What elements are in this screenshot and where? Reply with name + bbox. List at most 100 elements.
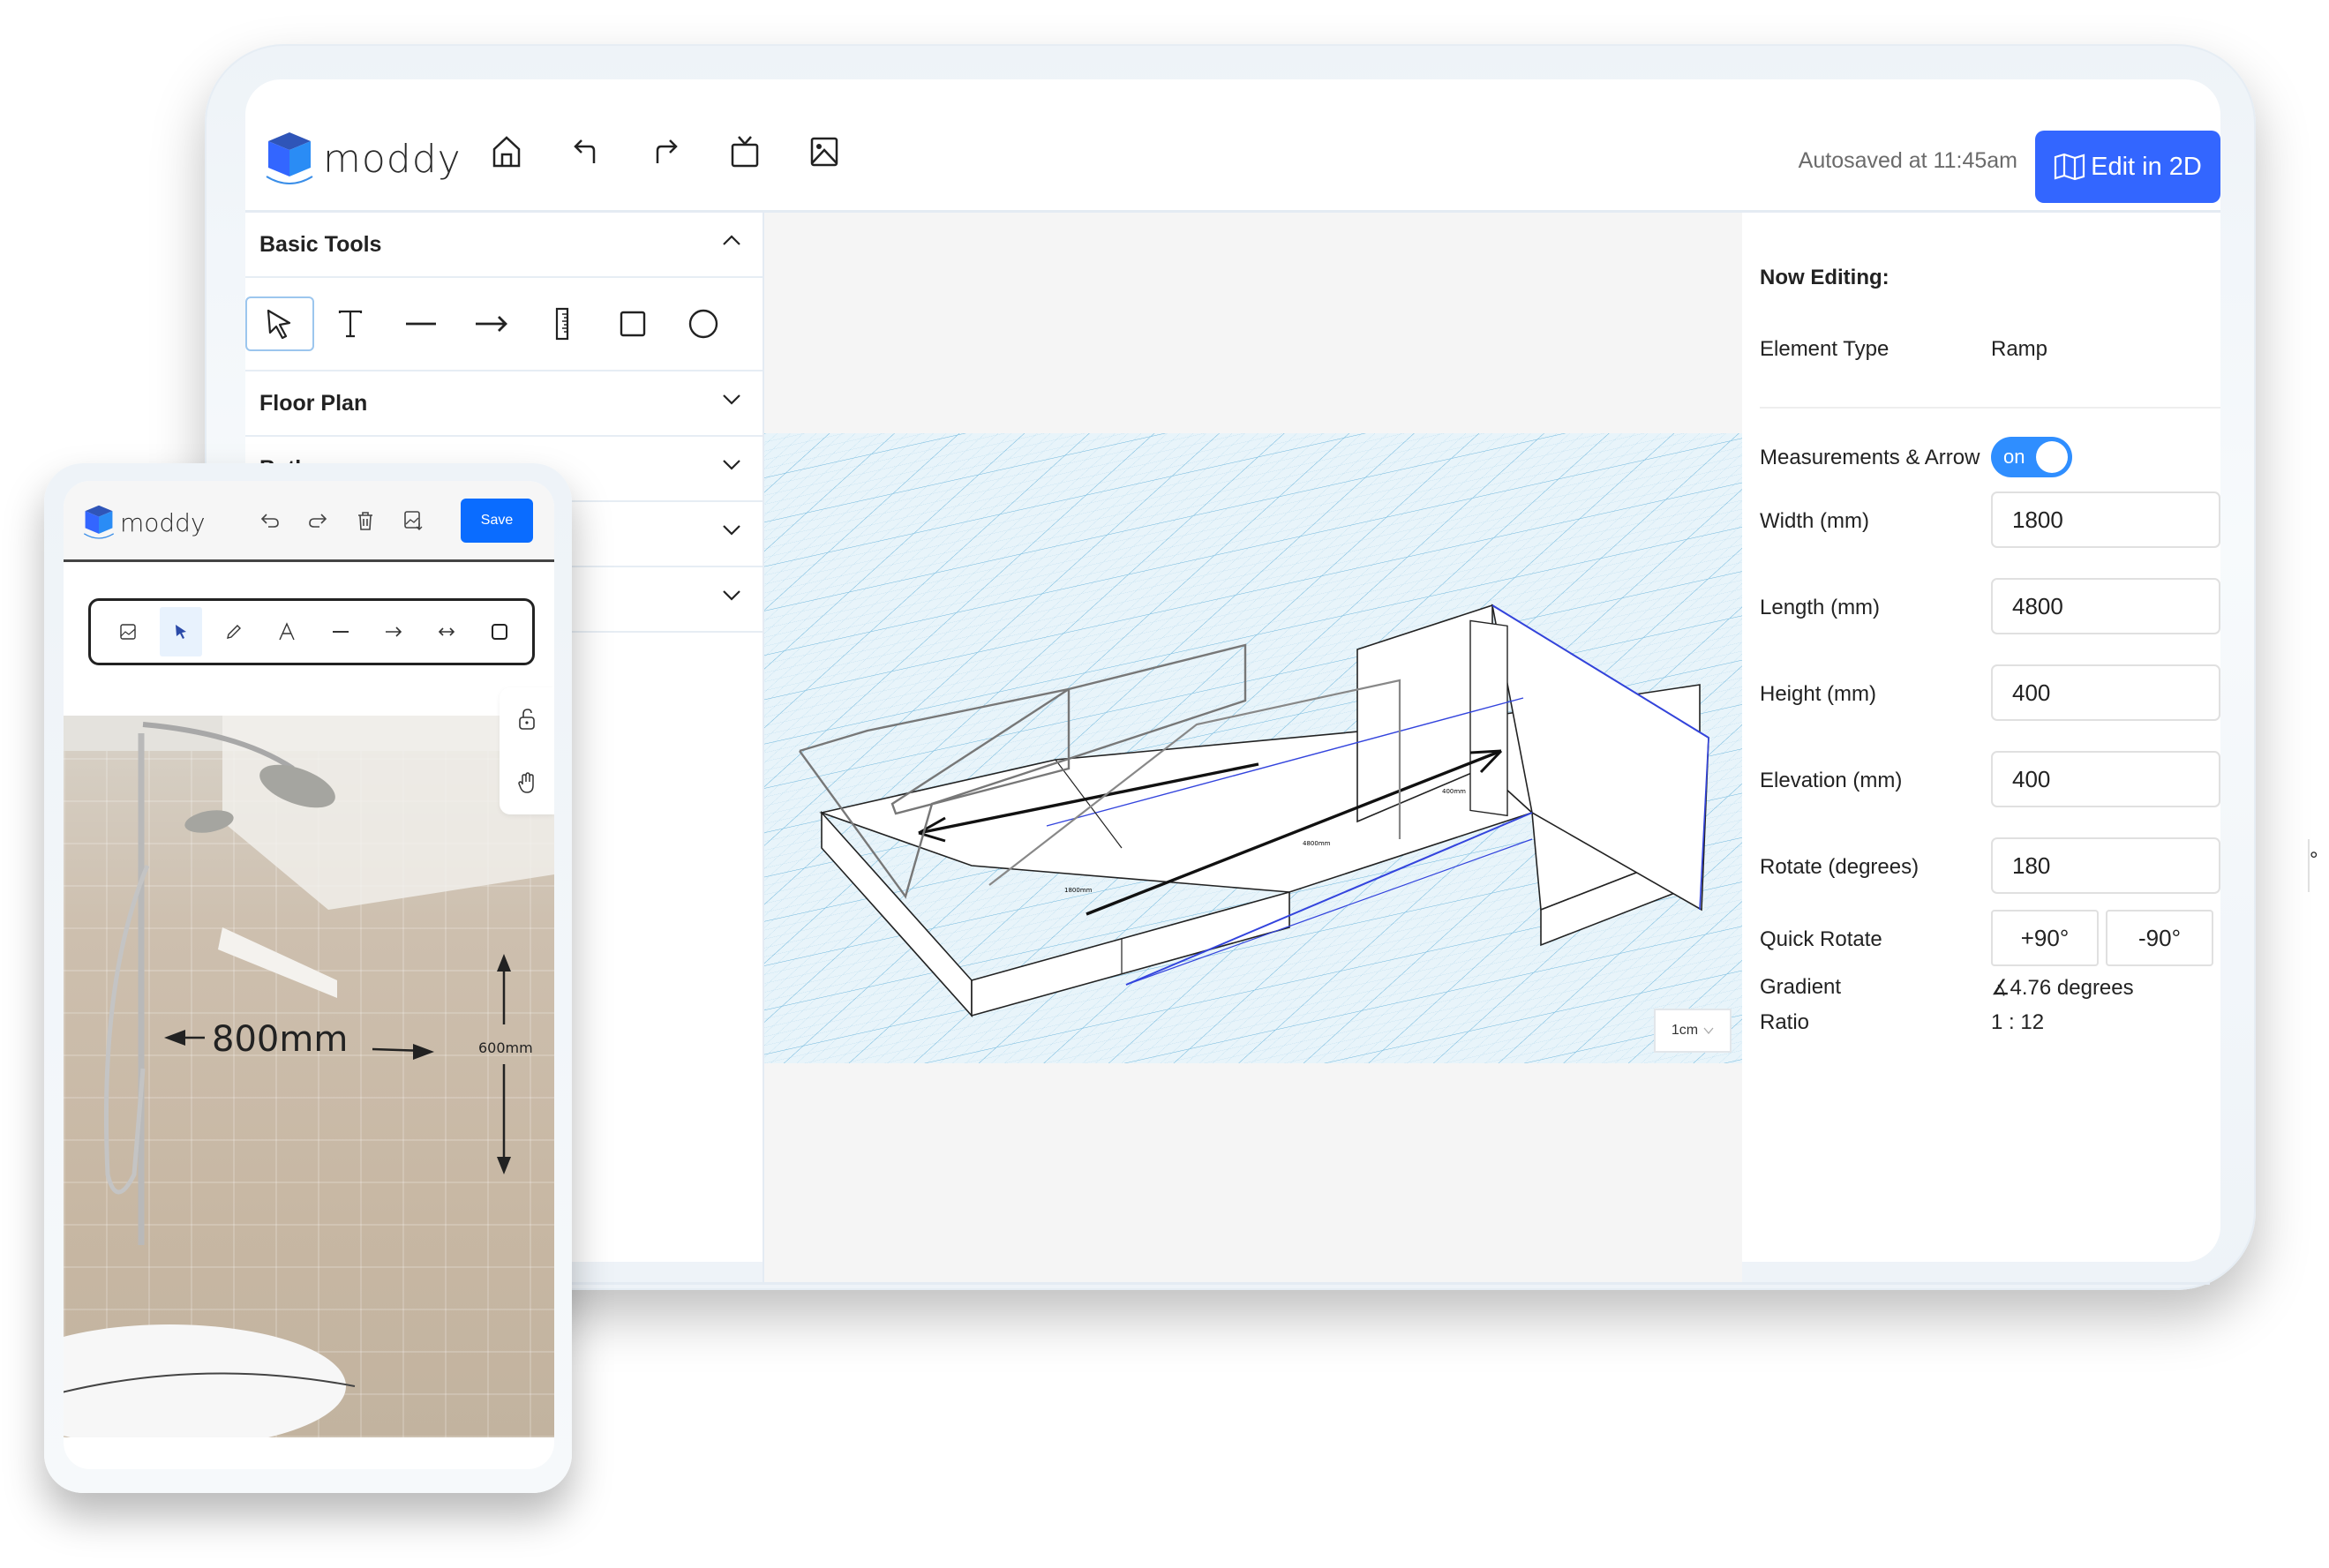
elevation-label: Elevation (mm): [1760, 769, 1903, 792]
pan-button[interactable]: [500, 751, 554, 814]
basic-tools-row: [245, 278, 763, 371]
canvas-label-width: 1800mm: [1064, 887, 1093, 894]
image-button[interactable]: [808, 134, 840, 169]
width-label: Width (mm): [1760, 509, 1869, 533]
tool-circle[interactable]: [669, 296, 738, 351]
edit-in-2d-label: Edit in 2D: [2091, 152, 2202, 181]
width-input[interactable]: [1991, 491, 2220, 548]
mobile-brand-name: moddy: [120, 507, 206, 537]
hand-icon: [518, 772, 534, 793]
element-type-label: Element Type: [1760, 337, 1889, 361]
redo-button[interactable]: [650, 134, 681, 169]
chevron-down-icon: [723, 525, 740, 536]
line-icon: [332, 631, 349, 633]
mobile-export-button[interactable]: [402, 509, 424, 532]
double-arrow-icon: [438, 627, 455, 636]
tool-text[interactable]: [316, 296, 385, 351]
autosave-status: Autosaved at 11:45am: [1798, 148, 2017, 173]
redo-icon: [309, 514, 327, 528]
shower-illustration: 800mm 600mm: [64, 716, 554, 1437]
ramp-3d-model: 1800mm 4800mm 400mm: [764, 433, 1742, 1063]
chevron-down-icon: [723, 394, 740, 405]
mobile-tool-rectangle[interactable]: [479, 607, 521, 656]
horizontal-measurement-label: 800mm: [212, 1019, 348, 1060]
select-cursor-icon: [267, 309, 291, 340]
gradient-value: ∡4.76 degrees: [1991, 976, 2134, 1000]
image-icon: [810, 137, 838, 167]
mobile-save-button[interactable]: Save: [461, 499, 533, 543]
trash-icon: [358, 512, 372, 530]
mobile-tool-double-arrow[interactable]: [426, 607, 468, 656]
export-image-icon: [404, 511, 423, 530]
ratio-label: Ratio: [1760, 1010, 1810, 1034]
edit-in-2d-button[interactable]: Edit in 2D: [2035, 131, 2220, 203]
tool-select[interactable]: [245, 296, 314, 351]
rotate-plus-90-button[interactable]: +90°: [1991, 910, 2099, 966]
gradient-label: Gradient: [1760, 975, 1842, 999]
rotate-minus-90-button[interactable]: -90°: [2106, 910, 2213, 966]
app-header: moddy Autosaved at 11:45am Edit in 2D: [245, 79, 2220, 210]
view-3d-button[interactable]: [729, 134, 761, 169]
tool-rectangle[interactable]: [598, 296, 667, 351]
height-label: Height (mm): [1760, 682, 1877, 706]
brand-logo[interactable]: moddy: [265, 131, 462, 187]
rotate-input[interactable]: [1993, 839, 2308, 892]
mobile-side-tools: [500, 687, 554, 814]
tool-ruler[interactable]: [528, 296, 597, 351]
length-input[interactable]: [1991, 578, 2220, 634]
mobile-tools-bar: [88, 598, 535, 665]
tool-arrow[interactable]: [457, 296, 526, 351]
rectangle-icon: [620, 311, 646, 337]
undo-button[interactable]: [570, 134, 602, 169]
3d-canvas[interactable]: 1800mm 4800mm 400mm 1cm: [764, 213, 1742, 1282]
section-label: Floor Plan: [259, 390, 368, 416]
mobile-header-toolbar: [259, 509, 424, 532]
arrow-icon: [385, 626, 402, 637]
bathroom-photo[interactable]: 800mm 600mm: [64, 716, 554, 1437]
grid-viewport[interactable]: 1800mm 4800mm 400mm 1cm: [764, 433, 1742, 1063]
properties-panel: Now Editing: Element Type Ramp Measureme…: [1742, 213, 2318, 1282]
scale-value: 1cm: [1671, 1023, 1699, 1038]
elevation-input[interactable]: [1991, 751, 2220, 807]
header-toolbar: [491, 134, 840, 169]
mobile-brand-logo[interactable]: moddy: [83, 504, 206, 541]
door: [1469, 619, 1508, 817]
mobile-undo-button[interactable]: [259, 509, 281, 532]
mobile-tool-pencil[interactable]: [214, 607, 255, 656]
mobile-tool-text[interactable]: [267, 607, 308, 656]
mobile-redo-button[interactable]: [307, 509, 328, 532]
now-editing-title: Now Editing:: [1760, 266, 1889, 289]
mobile-tool-arrow[interactable]: [372, 607, 414, 656]
home-button[interactable]: [491, 134, 522, 169]
chevron-down-icon: [723, 590, 740, 601]
scale-dropdown[interactable]: 1cm: [1654, 1009, 1732, 1053]
mobile-tool-select[interactable]: [160, 607, 202, 656]
mobile-app-window: moddy Save 800mm 600mm: [64, 481, 554, 1469]
section-label: Basic Tools: [259, 231, 382, 257]
redo-icon: [656, 139, 678, 163]
unlock-button[interactable]: [500, 687, 554, 751]
chevron-up-icon: [723, 235, 740, 245]
circle-icon: [688, 309, 718, 339]
unlock-icon: [519, 709, 535, 730]
mobile-delete-button[interactable]: [355, 509, 376, 532]
measurements-toggle[interactable]: on: [1991, 437, 2072, 477]
section-floor-plan[interactable]: Floor Plan: [245, 371, 763, 437]
cube-logo-icon: [83, 505, 115, 539]
arrow-icon: [476, 316, 507, 332]
mobile-tool-line[interactable]: [319, 607, 361, 656]
rectangle-icon: [492, 624, 508, 640]
element-type-value: Ramp: [1991, 337, 2048, 361]
chevron-down-icon: [723, 460, 740, 470]
brand-name: moddy: [323, 136, 462, 182]
canvas-label-height: 400mm: [1442, 788, 1466, 795]
mobile-tool-image[interactable]: [107, 607, 148, 656]
section-basic-tools[interactable]: Basic Tools: [245, 213, 763, 278]
tool-line[interactable]: [387, 296, 455, 351]
tv-icon: [731, 136, 759, 168]
rotate-label: Rotate (degrees): [1760, 855, 1920, 879]
height-input[interactable]: [1991, 664, 2220, 721]
toggle-knob: [2036, 441, 2068, 473]
map-icon: [2055, 153, 2085, 181]
rotate-unit: °: [2308, 839, 2318, 892]
